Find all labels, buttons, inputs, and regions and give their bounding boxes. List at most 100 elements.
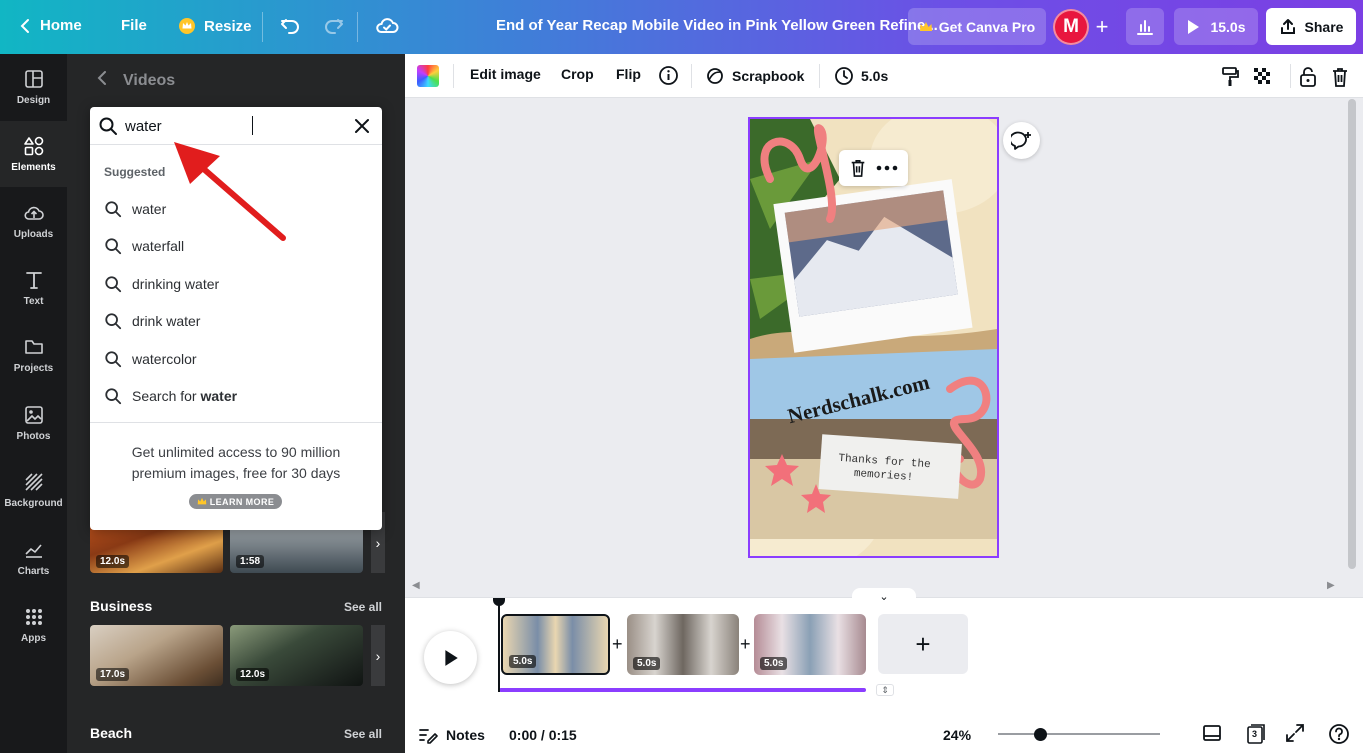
rail-item-design[interactable]: Design bbox=[0, 54, 67, 120]
see-all-link[interactable]: See all bbox=[344, 727, 382, 741]
more-horizontal-icon[interactable] bbox=[876, 165, 898, 171]
zoom-slider-handle[interactable] bbox=[1034, 728, 1047, 741]
divider bbox=[90, 422, 382, 423]
playhead[interactable] bbox=[493, 598, 505, 692]
see-all-link[interactable]: See all bbox=[344, 600, 382, 614]
pages-grid-button[interactable]: 3 bbox=[1245, 723, 1267, 748]
play-icon bbox=[1188, 19, 1200, 34]
learn-more-button[interactable]: LEARN MORE bbox=[189, 494, 282, 509]
timeline-play-button[interactable] bbox=[424, 631, 477, 684]
insights-button[interactable] bbox=[1126, 8, 1164, 45]
rail-item-background[interactable]: Background bbox=[0, 457, 67, 523]
search-for-term: water bbox=[200, 388, 238, 404]
suggestion-item[interactable]: drink water bbox=[104, 306, 368, 336]
trash-icon[interactable] bbox=[849, 158, 867, 178]
scroll-right-arrow-icon[interactable]: ▶ bbox=[1327, 580, 1335, 591]
zoom-level[interactable]: 24% bbox=[943, 727, 971, 743]
home-label: Home bbox=[40, 17, 82, 34]
help-button[interactable] bbox=[1328, 723, 1350, 748]
info-button[interactable] bbox=[658, 65, 679, 86]
category-title: Business bbox=[90, 598, 153, 614]
chevron-left-icon[interactable] bbox=[97, 71, 107, 90]
suggestion-label: watercolor bbox=[132, 351, 197, 367]
panel-header[interactable]: Videos bbox=[97, 71, 175, 90]
suggestion-item[interactable]: drinking water bbox=[104, 269, 368, 299]
timeline-clip[interactable]: 5.0s bbox=[754, 614, 866, 675]
search-for-prefix: Search for bbox=[132, 388, 201, 404]
save-status-button[interactable] bbox=[374, 13, 400, 42]
crop-button[interactable]: Crop bbox=[561, 66, 594, 82]
rail-label: Design bbox=[16, 95, 51, 106]
learn-more-label: LEARN MORE bbox=[209, 496, 275, 507]
copy-style-button[interactable] bbox=[1220, 66, 1240, 88]
duration-button[interactable]: 5.0s bbox=[834, 66, 888, 86]
close-icon[interactable] bbox=[353, 117, 371, 135]
video-duration: 12.0s bbox=[96, 555, 130, 568]
share-upload-icon bbox=[1280, 18, 1295, 34]
rail-item-text[interactable]: Text bbox=[0, 255, 67, 321]
suggestion-item[interactable]: watercolor bbox=[104, 344, 368, 374]
undo-button[interactable] bbox=[278, 14, 302, 41]
line-chart-icon bbox=[24, 544, 42, 558]
timeline-clip[interactable]: 5.0s bbox=[627, 614, 739, 675]
playback-time: 0:00 / 0:15 bbox=[509, 727, 577, 743]
scrapbook-filter-button[interactable]: Scrapbook bbox=[705, 66, 804, 86]
zoom-slider[interactable] bbox=[998, 733, 1160, 735]
category-title: Beach bbox=[90, 725, 133, 741]
video-thumbnail[interactable]: 12.0s bbox=[230, 625, 363, 686]
plus-icon: + bbox=[915, 628, 931, 659]
page-view-button[interactable] bbox=[1202, 723, 1222, 746]
notes-pencil-icon bbox=[419, 729, 438, 744]
expand-icon bbox=[1286, 724, 1304, 742]
timeline-toggle-button[interactable]: ⌄ bbox=[852, 588, 916, 604]
context-toolbar: Edit image Crop Flip Scrapbook 5.0s bbox=[405, 54, 1363, 98]
rail-label: Elements bbox=[11, 162, 56, 173]
flip-button[interactable]: Flip bbox=[616, 66, 641, 82]
add-comment-button[interactable] bbox=[1003, 122, 1040, 159]
timeline-clip[interactable]: 5.0s bbox=[501, 614, 610, 675]
video-thumbnail[interactable]: 17.0s bbox=[90, 625, 223, 686]
rail-item-uploads[interactable]: Uploads bbox=[0, 188, 67, 254]
scroll-left-arrow-icon[interactable]: ◀ bbox=[412, 580, 420, 591]
notes-button[interactable]: Notes bbox=[418, 726, 485, 744]
rail-item-elements[interactable]: Elements bbox=[0, 121, 67, 187]
resize-button[interactable]: Resize bbox=[178, 17, 252, 35]
trash-icon bbox=[1333, 68, 1347, 87]
crown-icon bbox=[197, 497, 207, 505]
text-caret bbox=[252, 116, 253, 135]
annotation-arrow-icon bbox=[174, 142, 286, 241]
fullscreen-button[interactable] bbox=[1285, 723, 1305, 746]
home-button[interactable]: Home bbox=[18, 17, 82, 34]
search-input[interactable] bbox=[125, 116, 340, 136]
share-button[interactable]: Share bbox=[1266, 8, 1356, 45]
help-icon bbox=[1329, 724, 1349, 744]
transparency-button[interactable] bbox=[1252, 66, 1272, 86]
redo-button[interactable] bbox=[322, 14, 346, 41]
avatar[interactable]: M bbox=[1053, 9, 1089, 45]
resize-handle-icon[interactable]: ⇕ bbox=[876, 684, 894, 696]
vertical-scrollbar[interactable] bbox=[1345, 99, 1359, 577]
chevron-right-icon: › bbox=[375, 534, 381, 551]
clock-icon bbox=[835, 67, 853, 85]
scroll-right-button[interactable]: › bbox=[371, 625, 385, 686]
document-title[interactable]: End of Year Recap Mobile Video in Pink Y… bbox=[496, 17, 938, 34]
add-transition-icon[interactable]: + bbox=[740, 634, 751, 655]
chevron-down-icon: ⌄ bbox=[879, 590, 889, 603]
color-picker-button[interactable] bbox=[417, 65, 439, 87]
scrollbar-thumb[interactable] bbox=[1348, 99, 1356, 569]
present-button[interactable]: 15.0s bbox=[1174, 8, 1258, 45]
edit-image-button[interactable]: Edit image bbox=[470, 66, 541, 82]
get-pro-button[interactable]: Get Canva Pro bbox=[908, 8, 1046, 45]
delete-button[interactable] bbox=[1330, 66, 1350, 88]
rail-item-photos[interactable]: Photos bbox=[0, 390, 67, 456]
add-transition-icon[interactable]: + bbox=[612, 634, 623, 655]
rail-item-charts[interactable]: Charts bbox=[0, 525, 67, 591]
file-menu-button[interactable]: File bbox=[121, 17, 147, 34]
rail-item-apps[interactable]: Apps bbox=[0, 592, 67, 658]
add-page-button[interactable]: + bbox=[878, 614, 968, 674]
invite-button[interactable]: + bbox=[1087, 9, 1117, 45]
lock-button[interactable] bbox=[1298, 66, 1318, 88]
rail-item-projects[interactable]: Projects bbox=[0, 322, 67, 388]
search-for-item[interactable]: Search for water bbox=[104, 381, 368, 411]
clip-duration: 5.0s bbox=[760, 657, 788, 670]
